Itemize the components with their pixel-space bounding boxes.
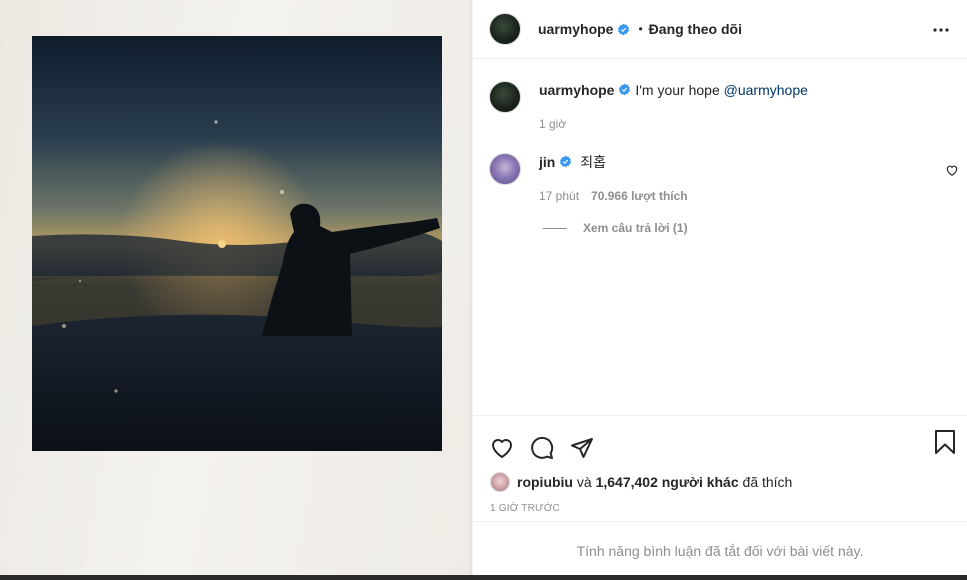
heart-icon bbox=[492, 439, 512, 458]
comment-like-heart-icon[interactable] bbox=[945, 163, 959, 177]
verified-badge-icon bbox=[619, 83, 631, 96]
post-photo[interactable] bbox=[32, 36, 442, 451]
comments-disabled-text: Tính năng bình luận đã tắt đối với bài v… bbox=[576, 543, 864, 559]
action-bar bbox=[473, 416, 967, 468]
post-header: uarmyhope • Đang theo dõi bbox=[473, 0, 967, 59]
likes-count-link[interactable]: 1,647,402 người khác bbox=[596, 474, 739, 490]
following-button[interactable]: Đang theo dõi bbox=[649, 21, 742, 37]
share-button[interactable] bbox=[569, 435, 595, 461]
verified-badge-icon bbox=[560, 155, 572, 168]
window-bottom-edge bbox=[0, 575, 967, 580]
comment-time[interactable]: 17 phút bbox=[539, 187, 579, 205]
share-icon bbox=[571, 438, 593, 458]
caption-time[interactable]: 1 giờ bbox=[539, 115, 566, 133]
view-replies-label: Xem câu trả lời (1) bbox=[583, 221, 688, 235]
comment-button[interactable] bbox=[529, 435, 555, 461]
liker-avatar[interactable] bbox=[490, 472, 510, 492]
likes-and-text: và bbox=[576, 474, 592, 490]
like-button[interactable] bbox=[489, 435, 515, 461]
comment-icon bbox=[531, 436, 554, 459]
likes-suffix-text: đã thích bbox=[742, 474, 793, 490]
post-actions-section bbox=[473, 415, 967, 468]
separator-dot: • bbox=[638, 22, 643, 36]
comment-likes[interactable]: 70.966 lượt thích bbox=[591, 187, 688, 205]
comments-disabled-notice: Tính năng bình luận đã tắt đối với bài v… bbox=[473, 521, 967, 580]
more-options-button[interactable] bbox=[929, 18, 953, 42]
caption-avatar[interactable] bbox=[489, 81, 521, 113]
comment-item: jin 죄홉 17 phút 70.966 lượt thích bbox=[489, 153, 688, 205]
author-username[interactable]: uarmyhope bbox=[538, 21, 613, 37]
view-replies-line bbox=[543, 227, 567, 229]
post-photo-panel bbox=[0, 0, 472, 580]
view-replies-button[interactable]: Xem câu trả lời (1) bbox=[543, 221, 688, 235]
commenter-avatar[interactable] bbox=[489, 153, 521, 185]
caption-mention-link[interactable]: @uarmyhope bbox=[724, 82, 808, 98]
post-timestamp[interactable]: 1 GIỜ TRƯỚC bbox=[490, 503, 560, 514]
caption: uarmyhope I'm your hope @uarmyhope 1 giờ bbox=[489, 81, 808, 133]
post-details-panel: uarmyhope • Đang theo dõi uarmyhope I'm … bbox=[473, 0, 967, 580]
commenter-username[interactable]: jin bbox=[539, 154, 555, 170]
liker-username[interactable]: ropiubiu bbox=[517, 474, 573, 490]
more-horizontal-icon bbox=[933, 28, 949, 32]
caption-text: I'm your hope bbox=[635, 82, 720, 98]
save-button[interactable] bbox=[933, 429, 959, 455]
likes-summary: ropiubiu và 1,647,402 người khác đã thíc… bbox=[490, 472, 792, 492]
bookmark-icon bbox=[935, 430, 955, 454]
comment-text: 죄홉 bbox=[580, 154, 606, 170]
sunset-photo-image bbox=[32, 36, 442, 451]
author-avatar[interactable] bbox=[489, 13, 521, 45]
caption-username[interactable]: uarmyhope bbox=[539, 82, 614, 98]
verified-badge-icon bbox=[618, 23, 630, 35]
